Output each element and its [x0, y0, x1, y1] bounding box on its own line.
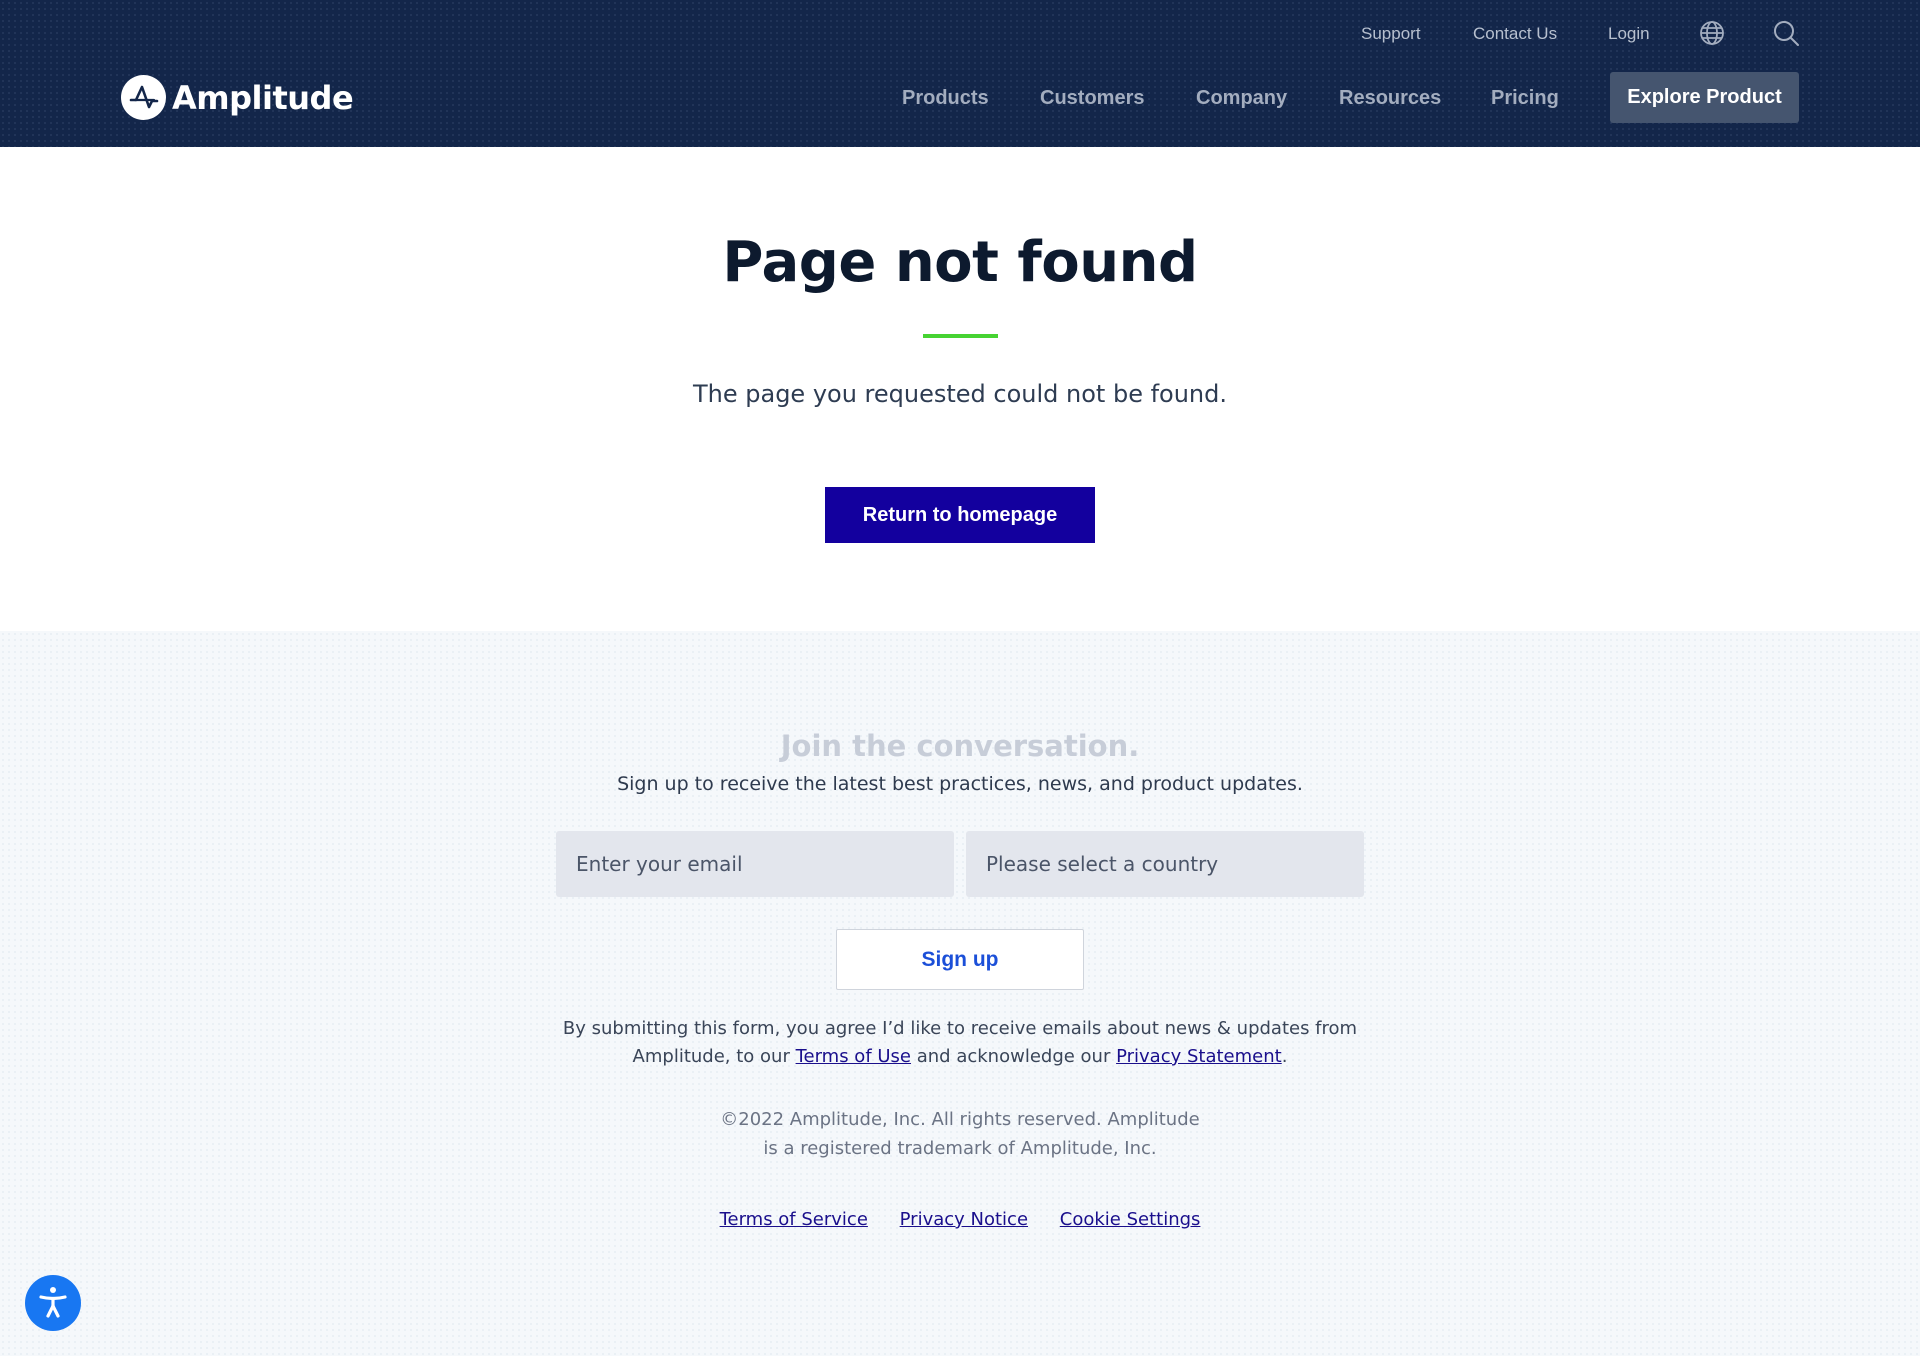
accessibility-button[interactable] — [25, 1275, 81, 1331]
search-icon[interactable] — [1773, 20, 1799, 46]
site-header: Amplitude Support Contact Us Login Produ… — [0, 0, 1920, 147]
login-link[interactable]: Login — [1608, 20, 1650, 48]
nav-company[interactable]: Company — [1196, 83, 1287, 113]
newsletter-title: Join the conversation. — [780, 729, 1140, 763]
page-title: Page not found — [722, 230, 1198, 295]
brand-name: Amplitude — [172, 78, 354, 117]
not-found-section: Page not found The page you requested co… — [0, 147, 1920, 631]
cookie-settings-link[interactable]: Cookie Settings — [1060, 1209, 1201, 1230]
privacy-notice-link[interactable]: Privacy Notice — [900, 1209, 1028, 1230]
nav-customers[interactable]: Customers — [1040, 83, 1144, 113]
email-input[interactable] — [556, 831, 954, 897]
accessibility-icon — [38, 1285, 68, 1322]
page-description: The page you requested could not be foun… — [692, 380, 1228, 408]
support-link[interactable]: Support — [1361, 20, 1421, 48]
explore-product-button[interactable]: Explore Product — [1610, 72, 1799, 123]
country-select[interactable]: Please select a country — [966, 831, 1364, 897]
country-select-placeholder: Please select a country — [986, 852, 1219, 876]
consent-suffix: . — [1281, 1046, 1288, 1067]
consent-text: By submitting this form, you agree I’d l… — [560, 1015, 1360, 1071]
return-to-homepage-button[interactable]: Return to homepage — [825, 487, 1095, 543]
terms-of-service-link[interactable]: Terms of Service — [720, 1209, 868, 1230]
newsletter-subtitle: Sign up to receive the latest best pract… — [617, 773, 1303, 795]
nav-resources[interactable]: Resources — [1339, 83, 1441, 113]
amplitude-logo-link[interactable]: Amplitude — [121, 75, 354, 120]
terms-of-use-link[interactable]: Terms of Use — [796, 1046, 911, 1067]
copyright: ©2022 Amplitude, Inc. All rights reserve… — [0, 1105, 1920, 1163]
copyright-line-1: ©2022 Amplitude, Inc. All rights reserve… — [720, 1109, 1200, 1130]
nav-products[interactable]: Products — [902, 83, 989, 113]
privacy-statement-link[interactable]: Privacy Statement — [1116, 1046, 1282, 1067]
copyright-line-2: is a registered trademark of Amplitude, … — [763, 1138, 1157, 1159]
amplitude-logo-icon — [121, 75, 166, 120]
globe-icon[interactable] — [1699, 20, 1725, 46]
site-footer: Join the conversation. Sign up to receiv… — [0, 631, 1920, 1356]
nav-pricing[interactable]: Pricing — [1491, 83, 1559, 113]
sign-up-button[interactable]: Sign up — [836, 929, 1084, 990]
consent-middle: and acknowledge our — [911, 1046, 1117, 1067]
title-divider — [923, 334, 998, 338]
legal-links: Terms of Service Privacy Notice Cookie S… — [0, 1209, 1920, 1230]
contact-us-link[interactable]: Contact Us — [1473, 20, 1557, 48]
